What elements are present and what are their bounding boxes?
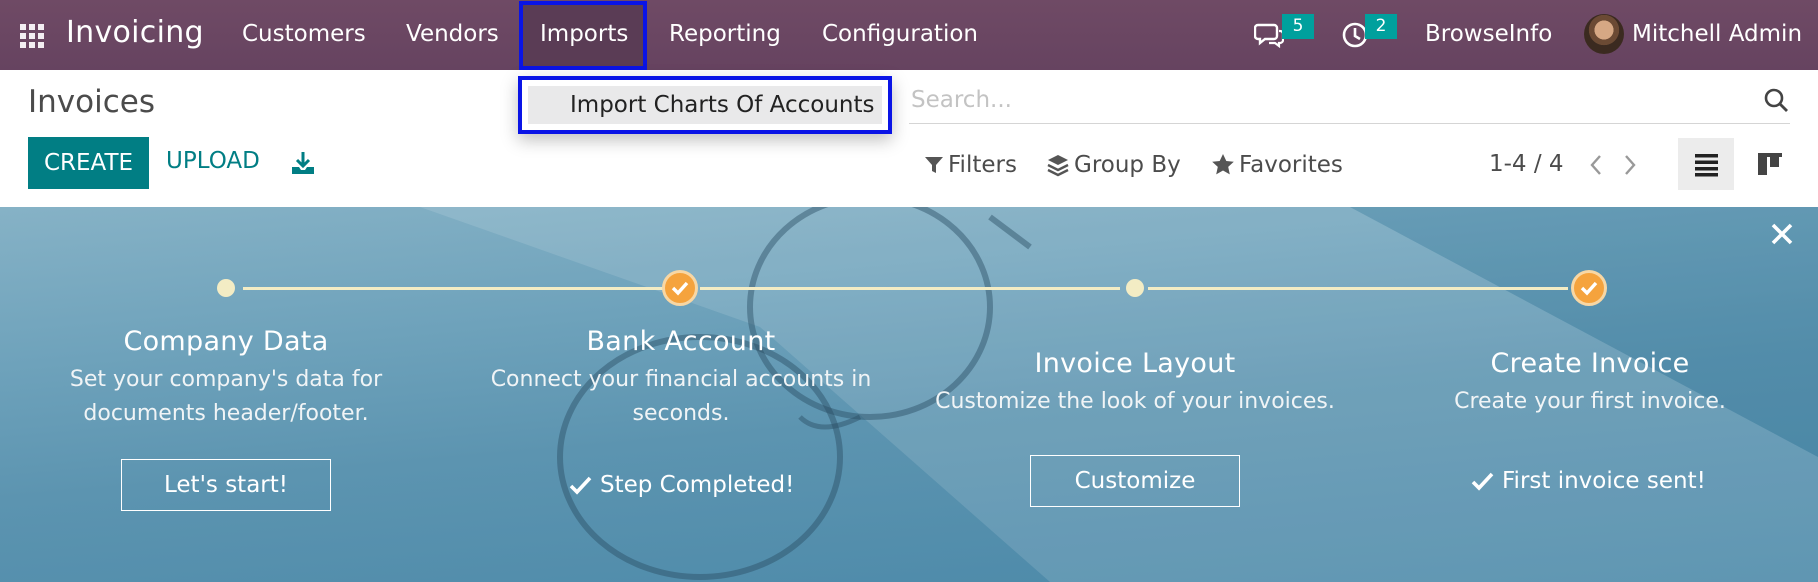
step-description-line: Set your company's data for: [69, 367, 383, 392]
search-input[interactable]: [909, 80, 1729, 120]
step-dot-company-data: [217, 279, 235, 297]
step-check-bank-account: [662, 270, 698, 306]
company-switcher[interactable]: BrowseInfo: [1425, 21, 1552, 47]
step-description: Connect your financial accounts in secon…: [466, 363, 896, 431]
step-description-line: documents header/footer.: [83, 401, 369, 426]
first-invoice-sent-label: First invoice sent!: [1502, 468, 1706, 494]
kanban-icon: [1758, 153, 1782, 175]
step-description-line: Connect your financial accounts in: [490, 367, 872, 392]
step-title: Invoice Layout: [1034, 348, 1236, 379]
create-button[interactable]: CREATE: [28, 137, 149, 189]
list-icon: [1695, 154, 1718, 177]
step-check-create-invoice: [1571, 270, 1607, 306]
chevron-right-icon[interactable]: [1620, 152, 1640, 178]
step-dot-invoice-layout: [1126, 279, 1144, 297]
messages-count-badge: 5: [1282, 14, 1314, 39]
activities-count-badge: 2: [1365, 14, 1397, 39]
customize-button[interactable]: Customize: [1030, 455, 1240, 507]
step-description-line: seconds.: [632, 401, 730, 426]
pager-value[interactable]: 1-4 / 4: [1489, 151, 1564, 177]
menu-vendors[interactable]: Vendors: [406, 21, 499, 47]
step-bank-account: Bank Account Connect your financial acco…: [466, 326, 896, 431]
menu-imports[interactable]: Imports: [540, 21, 628, 47]
step-invoice-layout: Invoice Layout Customize the look of you…: [915, 348, 1355, 419]
user-avatar[interactable]: [1584, 14, 1624, 54]
app-title[interactable]: Invoicing: [66, 15, 204, 50]
step-company-data: Company Data Set your company's data for…: [46, 326, 406, 431]
upload-button[interactable]: UPLOAD: [166, 148, 260, 174]
lets-start-button[interactable]: Let's start!: [121, 459, 331, 511]
import-charts-of-accounts-item[interactable]: Import Charts Of Accounts: [528, 86, 882, 124]
search-bar: [909, 80, 1790, 124]
menu-configuration[interactable]: Configuration: [822, 21, 978, 47]
progress-line-2: [700, 287, 1120, 290]
close-icon[interactable]: [1768, 220, 1796, 248]
progress-line-1: [243, 287, 671, 290]
step-description-line: Customize the look of your invoices.: [935, 389, 1335, 414]
checkmark-icon: [1471, 472, 1494, 491]
first-invoice-sent-status: First invoice sent!: [1470, 468, 1706, 494]
chevron-left-icon[interactable]: [1586, 152, 1606, 178]
menu-reporting[interactable]: Reporting: [669, 21, 781, 47]
layers-icon: [1047, 155, 1069, 177]
filter-icon: [925, 157, 943, 173]
checkmark-icon: [569, 476, 592, 495]
group-by-label: Group By: [1074, 152, 1181, 178]
step-completed-label: Step Completed!: [600, 472, 795, 498]
page-title: Invoices: [28, 84, 155, 120]
search-icon[interactable]: [1763, 87, 1789, 113]
imports-dropdown-menu: Import Charts Of Accounts: [518, 76, 892, 134]
star-icon: [1212, 154, 1234, 175]
step-description: Create your first invoice.: [1410, 385, 1770, 419]
list-view-button[interactable]: [1678, 138, 1734, 190]
step-description: Set your company's data for documents he…: [46, 363, 406, 431]
user-menu-name[interactable]: Mitchell Admin: [1632, 21, 1802, 47]
step-title: Bank Account: [586, 326, 776, 357]
step-completed-status: Step Completed!: [568, 472, 794, 498]
checkmark-icon: [671, 281, 689, 296]
step-create-invoice: Create Invoice Create your first invoice…: [1410, 348, 1770, 419]
step-description: Customize the look of your invoices.: [915, 385, 1355, 419]
menu-customers[interactable]: Customers: [242, 21, 366, 47]
favorites-label: Favorites: [1239, 152, 1343, 178]
step-description-line: Create your first invoice.: [1454, 389, 1726, 414]
step-title: Create Invoice: [1490, 348, 1690, 379]
top-navbar: Invoicing Customers Vendors Imports Repo…: [0, 0, 1818, 70]
progress-line-3: [1148, 287, 1568, 290]
checkmark-icon: [1580, 281, 1598, 296]
apps-menu-icon[interactable]: [20, 24, 44, 48]
download-icon[interactable]: [290, 150, 316, 176]
filters-label: Filters: [948, 152, 1017, 178]
group-by-button[interactable]: Group By: [1046, 152, 1181, 178]
favorites-button[interactable]: Favorites: [1211, 152, 1343, 178]
messages-icon[interactable]: [1253, 22, 1285, 52]
filters-button[interactable]: Filters: [924, 152, 1017, 178]
kanban-view-button[interactable]: [1746, 138, 1794, 190]
step-title: Company Data: [123, 326, 329, 357]
